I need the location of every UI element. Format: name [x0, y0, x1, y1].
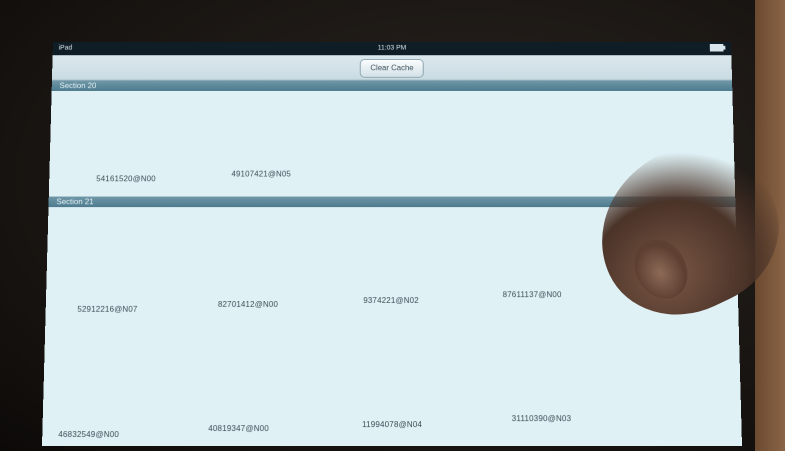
- battery-indicator: [709, 42, 724, 55]
- grid-cell[interactable]: 52912216@N07: [77, 305, 137, 314]
- battery-icon: [709, 44, 724, 52]
- grid-cell[interactable]: 54161520@N00: [96, 175, 156, 184]
- grid-cell[interactable]: 82701412@N00: [218, 300, 278, 309]
- navigation-bar: Clear Cache: [51, 55, 733, 81]
- grid-cell[interactable]: 46832549@N00: [58, 430, 119, 439]
- grid-cell[interactable]: 9374221@N02: [363, 296, 419, 305]
- section-header-20: Section 20: [51, 80, 733, 91]
- grid-cell[interactable]: 31110390@N03: [512, 414, 572, 423]
- grid-cell[interactable]: 49107421@N05: [231, 170, 291, 179]
- clear-cache-button[interactable]: Clear Cache: [359, 58, 425, 78]
- grid-cell[interactable]: 11994078@N04: [362, 420, 422, 429]
- status-time: 11:03 PM: [377, 44, 407, 52]
- grid-cell[interactable]: 40819347@N00: [208, 424, 269, 433]
- status-bar: iPad 11:03 PM: [52, 42, 732, 56]
- grid-cell[interactable]: 87611137@N00: [503, 290, 562, 299]
